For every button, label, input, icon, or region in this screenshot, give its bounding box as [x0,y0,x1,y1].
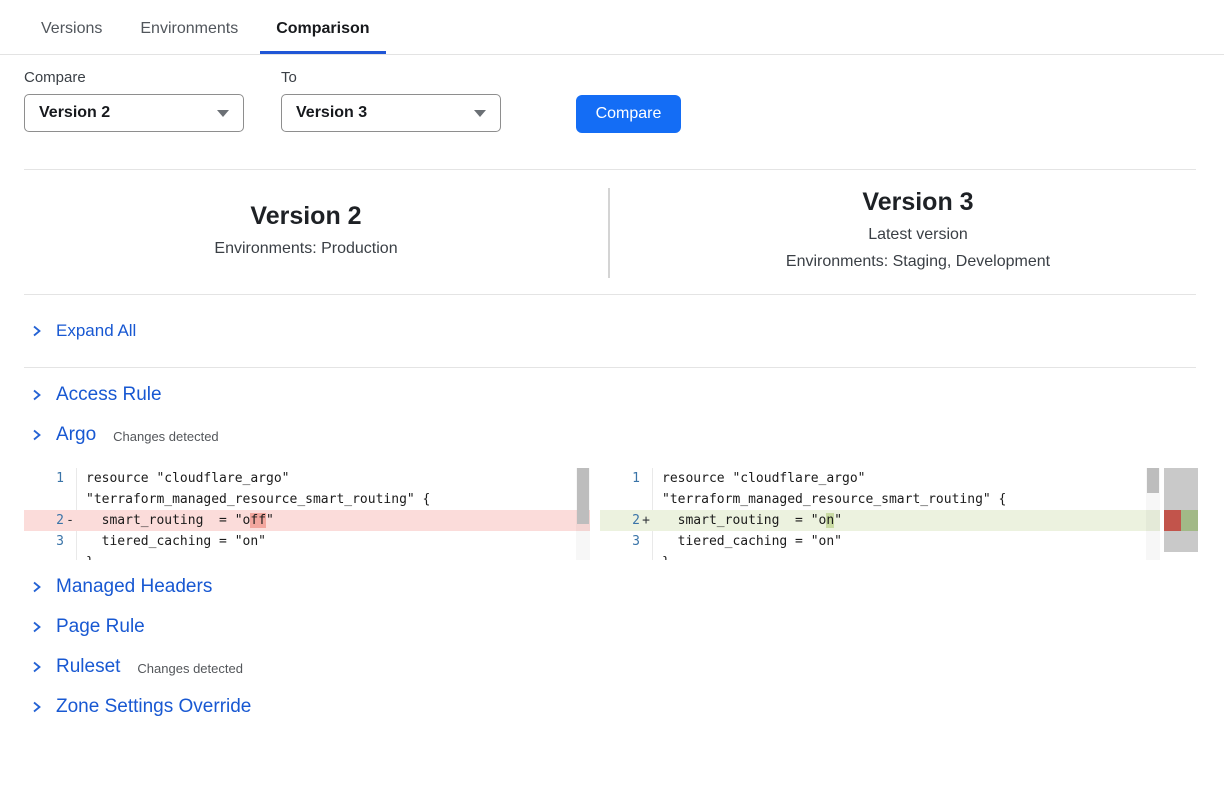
diff-left-panel: 1 resource "cloudflare_argo" "terraform_… [24,468,590,560]
version-right-title: Version 3 [612,188,1224,217]
section-managed-headers[interactable]: Managed Headers [0,576,1224,598]
version-right-latest: Latest version [612,226,1224,244]
chevron-right-icon [30,580,43,594]
diff-sign: + [640,510,652,531]
section-argo[interactable]: Argo Changes detected [0,424,1224,446]
section-title: Managed Headers [56,576,212,598]
scrollbar[interactable] [576,468,590,560]
section-title: Access Rule [56,384,162,406]
section-title: Ruleset [56,656,120,678]
code-text: tiered_caching = "on" [76,531,590,552]
divider [24,367,1196,368]
code-text: smart_routing = "off" [76,510,590,531]
ruler-added-marker [1181,510,1198,531]
line-number: 3 [24,531,64,552]
code-text: tiered_caching = "on" [652,531,1160,552]
code-line-removed: 2- smart_routing = "off" [24,510,590,531]
code-text: resource "cloudflare_argo" [652,468,1160,489]
chevron-right-icon [30,388,43,402]
code-text: smart_routing = "on" [652,510,1160,531]
section-access-rule[interactable]: Access Rule [0,384,1224,406]
section-title: Page Rule [56,616,145,638]
compare-label: Compare [24,69,281,86]
code-line: "terraform_managed_resource_smart_routin… [24,489,590,510]
code-line: 1 resource "cloudflare_argo" [600,468,1160,489]
code-line: "terraform_managed_resource_smart_routin… [600,489,1160,510]
tab-bar: Versions Environments Comparison [0,0,1224,55]
to-label: To [281,69,538,86]
to-field-group: To Version 3 [281,69,538,133]
section-zone-settings-override[interactable]: Zone Settings Override [0,696,1224,718]
code-line: } [600,552,1160,560]
version-left-environments: Environments: Production [0,240,612,258]
chevron-down-icon [474,110,486,117]
code-text: "terraform_managed_resource_smart_routin… [652,489,1160,510]
code-text: } [652,552,1160,560]
chevron-right-icon [30,324,43,338]
version-right-header: Version 3 Latest version Environments: S… [612,170,1224,294]
chevron-down-icon [217,110,229,117]
chevron-right-icon [30,428,43,442]
changes-detected-badge: Changes detected [113,426,219,444]
compare-version-dropdown[interactable]: Version 2 [24,94,244,132]
compare-version-value: Version 2 [39,104,110,122]
line-number: 3 [600,531,640,552]
ruler-removed-marker [1164,510,1181,531]
compare-form: Compare Version 2 To Version 3 Compare [0,55,1224,133]
line-number: 2 [600,510,640,531]
compare-button[interactable]: Compare [576,95,681,133]
scrollbar[interactable] [1146,468,1160,560]
argo-diff: 1 resource "cloudflare_argo" "terraform_… [24,468,1224,560]
code-line: 3 tiered_caching = "on" [600,531,1160,552]
to-version-value: Version 3 [296,104,367,122]
diff-overview-ruler[interactable] [1164,468,1198,552]
section-title: Argo [56,424,96,446]
diff-right-panel: 1 resource "cloudflare_argo" "terraform_… [600,468,1160,560]
section-title: Zone Settings Override [56,696,251,718]
version-left-header: Version 2 Environments: Production [0,170,612,294]
code-line-added: 2+ smart_routing = "on" [600,510,1160,531]
chevron-right-icon [30,620,43,634]
vertical-divider [608,188,610,278]
line-number: 1 [24,468,64,489]
line-number: 2 [24,510,64,531]
to-version-dropdown[interactable]: Version 3 [281,94,501,132]
scrollbar-thumb[interactable] [1147,468,1159,493]
expand-all-button[interactable]: Expand All [0,295,1224,367]
expand-all-label: Expand All [56,321,136,341]
code-line: } [24,552,590,560]
section-ruleset[interactable]: Ruleset Changes detected [0,656,1224,678]
tab-versions[interactable]: Versions [25,14,118,54]
changes-detected-badge: Changes detected [137,658,243,676]
code-text: } [76,552,590,560]
line-number: 1 [600,468,640,489]
compare-button-wrap: Compare [576,69,681,133]
code-line: 3 tiered_caching = "on" [24,531,590,552]
code-text: "terraform_managed_resource_smart_routin… [76,489,590,510]
tab-comparison[interactable]: Comparison [260,14,385,54]
code-line: 1 resource "cloudflare_argo" [24,468,590,489]
diff-sign: - [64,510,76,531]
version-left-title: Version 2 [0,202,612,231]
compare-field-group: Compare Version 2 [24,69,281,133]
version-headers: Version 2 Environments: Production Versi… [0,170,1224,294]
tab-environments[interactable]: Environments [124,14,254,54]
code-text: resource "cloudflare_argo" [76,468,590,489]
chevron-right-icon [30,660,43,674]
version-right-environments: Environments: Staging, Development [612,253,1224,271]
chevron-right-icon [30,700,43,714]
removed-word-highlight: ff [250,513,266,528]
scrollbar-thumb[interactable] [577,468,589,524]
section-page-rule[interactable]: Page Rule [0,616,1224,638]
